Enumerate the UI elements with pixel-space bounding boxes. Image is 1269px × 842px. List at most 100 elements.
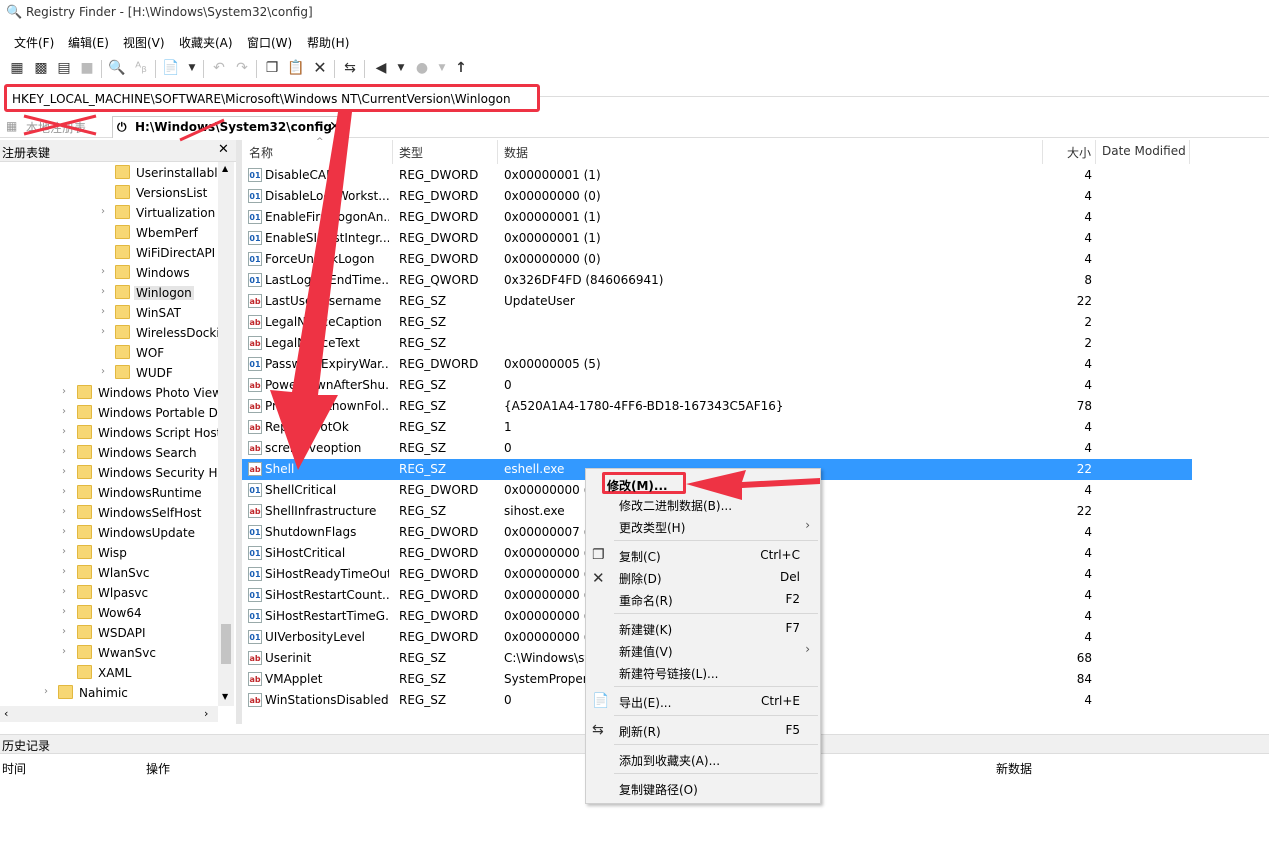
chevron-right-icon[interactable]: ›	[62, 406, 72, 417]
chevron-right-icon[interactable]: ›	[62, 466, 72, 477]
menu-edit[interactable]: 编辑(E)	[68, 34, 109, 51]
close-icon[interactable]: ✕	[329, 119, 341, 135]
value-row[interactable]: ab ReportBootOk REG_SZ 1 4	[242, 417, 1192, 438]
tree-node[interactable]: › WwanSvc	[0, 643, 218, 663]
tab-config[interactable]: ⏻ H:\Windows\System32\config ✕	[112, 116, 348, 138]
chevron-right-icon[interactable]: ›	[62, 446, 72, 457]
column-header-name[interactable]: 名称	[249, 144, 273, 161]
address-bar[interactable]: HKEY_LOCAL_MACHINE\SOFTWARE\Microsoft\Wi…	[4, 84, 540, 112]
menu-item-rename[interactable]: 重命名(R) F2	[586, 588, 820, 610]
history-col-time[interactable]: 时间	[2, 760, 26, 777]
chevron-right-icon[interactable]: ›	[62, 506, 72, 517]
menu-item-add-favorite[interactable]: 添加到收藏夹(A)...	[586, 748, 820, 770]
tree-node[interactable]: › WindowsUpdate	[0, 523, 218, 543]
menu-item-refresh[interactable]: ⇆ 刷新(R) F5	[586, 719, 820, 741]
value-row[interactable]: 01 LastLogOffEndTime... REG_QWORD 0x326DF4F…	[242, 270, 1192, 291]
value-row[interactable]: ab LastUsedUsername REG_SZ UpdateUser 22	[242, 291, 1192, 312]
tree-node[interactable]: › Wlpasvc	[0, 583, 218, 603]
back-icon[interactable]: ◀	[372, 59, 390, 77]
tree-node[interactable]: › Windows Portable D	[0, 403, 218, 423]
chevron-right-icon[interactable]: ›	[101, 326, 111, 337]
value-row[interactable]: 01 EnableSIHostIntegr... REG_DWORD 0x000000…	[242, 228, 1192, 249]
chevron-right-icon[interactable]: ›	[101, 206, 111, 217]
tree-node[interactable]: › WUDF	[0, 363, 218, 383]
tree-node[interactable]: › Wisp	[0, 543, 218, 563]
find-icon[interactable]: 🔍	[108, 59, 126, 77]
tree-node[interactable]: › Windows Search	[0, 443, 218, 463]
scroll-thumb[interactable]	[221, 624, 231, 664]
tree-node-selected[interactable]: › Winlogon	[0, 283, 218, 303]
forward-icon[interactable]: ●	[413, 59, 431, 77]
export-icon[interactable]: 📄	[162, 59, 180, 77]
tree-node[interactable]: › Windows Script Host	[0, 423, 218, 443]
menu-item-new-value[interactable]: 新建值(V) ›	[586, 639, 820, 661]
back-dropdown-icon[interactable]: ▼	[392, 59, 410, 77]
tree-node[interactable]: › Windows	[0, 263, 218, 283]
value-row[interactable]: 01 DisableLockWorkst... REG_DWORD 0x0000000…	[242, 186, 1192, 207]
tree-node[interactable]: › Nahimic	[0, 683, 218, 703]
chevron-right-icon[interactable]: ›	[62, 606, 72, 617]
refresh-icon[interactable]: ⇆	[341, 59, 359, 77]
value-row[interactable]: 01 DisableCAD REG_DWORD 0x00000001 (1) 4	[242, 165, 1192, 186]
tree-node[interactable]: › WSDAPI	[0, 623, 218, 643]
tree-node[interactable]: › WlanSvc	[0, 563, 218, 583]
column-header-type[interactable]: 类型	[399, 144, 423, 161]
column-header-data[interactable]: 数据	[504, 144, 528, 161]
network-registry-icon[interactable]: ▩	[32, 59, 50, 77]
tree-horizontal-scrollbar[interactable]: ‹ ›	[0, 706, 218, 722]
menu-favorites[interactable]: 收藏夹(A)	[179, 34, 233, 51]
menu-item-change-type[interactable]: 更改类型(H) ›	[586, 515, 820, 537]
tree-node[interactable]: › Virtualization	[0, 203, 218, 223]
delete-icon[interactable]: ✕	[311, 59, 329, 77]
value-row[interactable]: 01 EnableFirstLogonAn... REG_DWORD 0x000000…	[242, 207, 1192, 228]
chevron-right-icon[interactable]: ›	[44, 686, 54, 697]
menu-item-modify[interactable]: 修改(M)...	[586, 469, 820, 494]
menu-item-export[interactable]: 📄 导出(E)... Ctrl+E	[586, 690, 820, 712]
close-icon[interactable]: ✕	[218, 142, 229, 157]
tree-node[interactable]: › WirelessDocki	[0, 323, 218, 343]
paste-icon[interactable]: 📋	[287, 59, 305, 77]
unload-hive-icon[interactable]: ■	[78, 59, 96, 77]
menu-view[interactable]: 视图(V)	[123, 34, 165, 51]
tree-node[interactable]: › Windows Photo View	[0, 383, 218, 403]
tree-node[interactable]: WiFiDirectAPI	[0, 243, 218, 263]
history-col-new-data[interactable]: 新数据	[996, 760, 1032, 777]
menu-item-copy[interactable]: ❐ 复制(C) Ctrl+C	[586, 544, 820, 566]
chevron-right-icon[interactable]: ›	[62, 426, 72, 437]
tree-node[interactable]: VersionsList	[0, 183, 218, 203]
column-header-modified[interactable]: Date Modified	[1102, 144, 1186, 158]
chevron-right-icon[interactable]: ›	[62, 646, 72, 657]
tree-node[interactable]: Userinstallable	[0, 163, 218, 183]
copy-icon[interactable]: ❐	[263, 59, 281, 77]
history-col-action[interactable]: 操作	[146, 760, 170, 777]
scroll-up-icon[interactable]: ▲	[222, 164, 228, 173]
chevron-right-icon[interactable]: ›	[62, 526, 72, 537]
menu-window[interactable]: 窗口(W)	[247, 34, 292, 51]
undo-icon[interactable]: ↶	[210, 59, 228, 77]
tree-node[interactable]: › WinSAT	[0, 303, 218, 323]
menu-item-copy-key-path[interactable]: 复制键路径(O)	[586, 777, 820, 799]
chevron-right-icon[interactable]: ›	[62, 546, 72, 557]
tree-node[interactable]: XAML	[0, 663, 218, 683]
tab-local-registry[interactable]: ▦ 本地注册表	[4, 116, 104, 138]
menu-item-new-symlink[interactable]: 新建符号链接(L)...	[586, 661, 820, 683]
redo-icon[interactable]: ↷	[233, 59, 251, 77]
chevron-right-icon[interactable]: ›	[62, 626, 72, 637]
chevron-right-icon[interactable]: ›	[62, 386, 72, 397]
value-row[interactable]: ab PowerdownAfterShu... REG_SZ 0 4	[242, 375, 1192, 396]
tree-node[interactable]: › Windows Security He	[0, 463, 218, 483]
chevron-right-icon[interactable]: ›	[101, 266, 111, 277]
menu-item-modify-binary[interactable]: 修改二进制数据(B)...	[586, 493, 820, 515]
value-row[interactable]: ab PreCreateKnownFol... REG_SZ {A520A1A4-17…	[242, 396, 1192, 417]
grid-icon[interactable]: ▦	[8, 59, 26, 77]
chevron-right-icon[interactable]: ›	[101, 366, 111, 377]
chevron-right-icon[interactable]: ›	[62, 486, 72, 497]
menu-item-new-key[interactable]: 新建键(K) F7	[586, 617, 820, 639]
load-hive-icon[interactable]: ▤	[55, 59, 73, 77]
tree-node[interactable]: › WindowsSelfHost	[0, 503, 218, 523]
forward-dropdown-icon[interactable]: ▼	[433, 59, 451, 77]
up-icon[interactable]: ↑	[452, 59, 470, 77]
value-row[interactable]: ab LegalNoticeCaption REG_SZ 2	[242, 312, 1192, 333]
value-row[interactable]: 01 PasswordExpiryWar... REG_DWORD 0x0000000…	[242, 354, 1192, 375]
replace-icon[interactable]: ᴬᵦ	[132, 59, 150, 77]
